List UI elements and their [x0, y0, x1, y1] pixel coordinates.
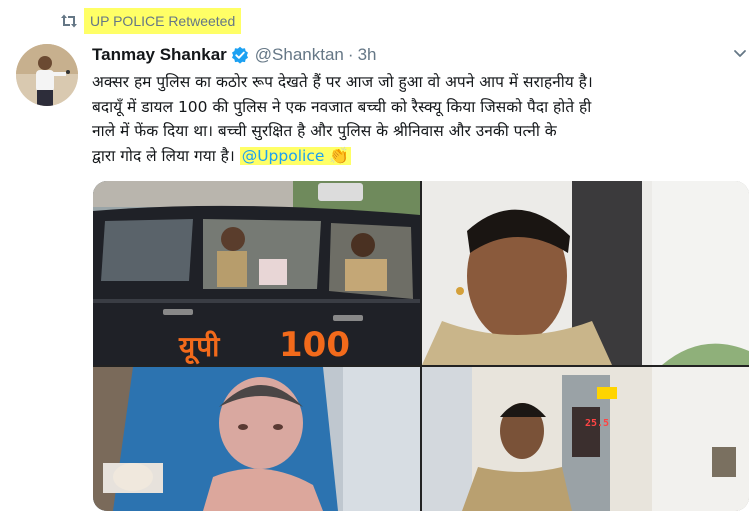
tweet-text-line: बदायूँ में डायल 100 की पुलिस ने एक नवजात…: [92, 97, 592, 116]
tweet-header: Tanmay Shankar @Shanktan · 3h: [92, 42, 376, 68]
photo-officer-portrait[interactable]: [422, 181, 749, 365]
car-text-number: 100: [279, 325, 350, 365]
author-name[interactable]: Tanmay Shankar: [92, 45, 227, 65]
verified-badge-icon: [231, 46, 249, 64]
separator-dot: ·: [347, 45, 354, 64]
tweet-text-line: द्वारा गोद ले लिया गया है।: [92, 146, 235, 165]
car-text-brand: यूपी: [179, 330, 221, 363]
tweet-text-line-last: द्वारा गोद ले लिया गया है। @Uppolice 👏: [92, 144, 742, 169]
chevron-down-icon[interactable]: [731, 44, 749, 62]
clapping-hands-icon: 👏: [329, 145, 350, 165]
photo-newborn-baby[interactable]: [93, 367, 420, 511]
photo-police-car[interactable]: यूपी 100: [93, 181, 420, 365]
mention-highlight: @Uppolice 👏: [239, 145, 352, 165]
tweet-text-line: नाले में फेंक दिया था। बच्ची सुरक्षित है…: [92, 122, 557, 141]
tweet-text: अक्सर हम पुलिस का कठोर रूप देखते हैं पर …: [92, 70, 742, 168]
machine-readout: 25.5: [585, 418, 610, 429]
media-grid: यूपी 100 25.5: [93, 181, 749, 511]
tweet-text-line: अक्सर हम पुलिस का कठोर रूप देखते हैं पर …: [92, 73, 593, 91]
mention-link[interactable]: @Uppolice: [242, 147, 325, 165]
author-handle[interactable]: @Shanktan: [255, 45, 344, 65]
retweet-icon: [56, 6, 82, 36]
tweet-timestamp[interactable]: 3h: [358, 45, 377, 65]
retweeted-by-label[interactable]: UP POLICE Retweeted: [84, 8, 242, 34]
photo-officer-hospital[interactable]: 25.5: [422, 367, 749, 511]
avatar[interactable]: [16, 44, 78, 106]
